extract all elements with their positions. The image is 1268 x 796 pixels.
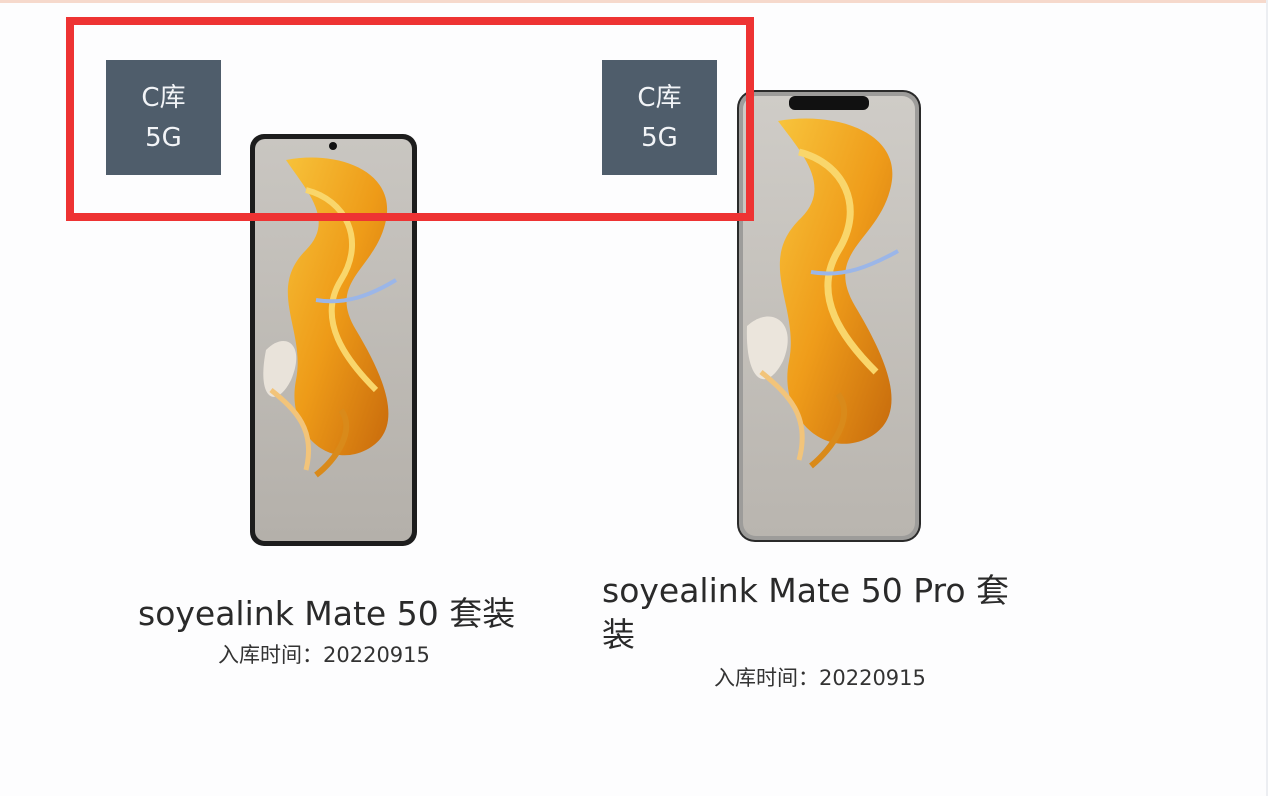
product-title[interactable]: soyealink Mate 50 套装 [138,592,558,636]
badge-warehouse-label: C库 [141,82,186,113]
date-value: 20220915 [819,666,926,690]
stock-in-date: 入库时间：20220915 [218,642,430,668]
date-value: 20220915 [323,643,430,667]
product-title[interactable]: soyealink Mate 50 Pro 套装 [602,569,1042,657]
badge-network-label: 5G [641,122,678,153]
top-divider [0,0,1268,3]
badge-network-label: 5G [145,122,182,153]
product-image-mate50[interactable] [246,130,421,550]
product-image-mate50-pro[interactable] [733,86,925,546]
stock-in-date: 入库时间：20220915 [714,665,926,691]
warehouse-badge: C库 5G [106,60,221,175]
badge-warehouse-label: C库 [637,82,682,113]
date-label: 入库时间： [714,666,819,690]
date-label: 入库时间： [218,643,323,667]
warehouse-badge: C库 5G [602,60,717,175]
